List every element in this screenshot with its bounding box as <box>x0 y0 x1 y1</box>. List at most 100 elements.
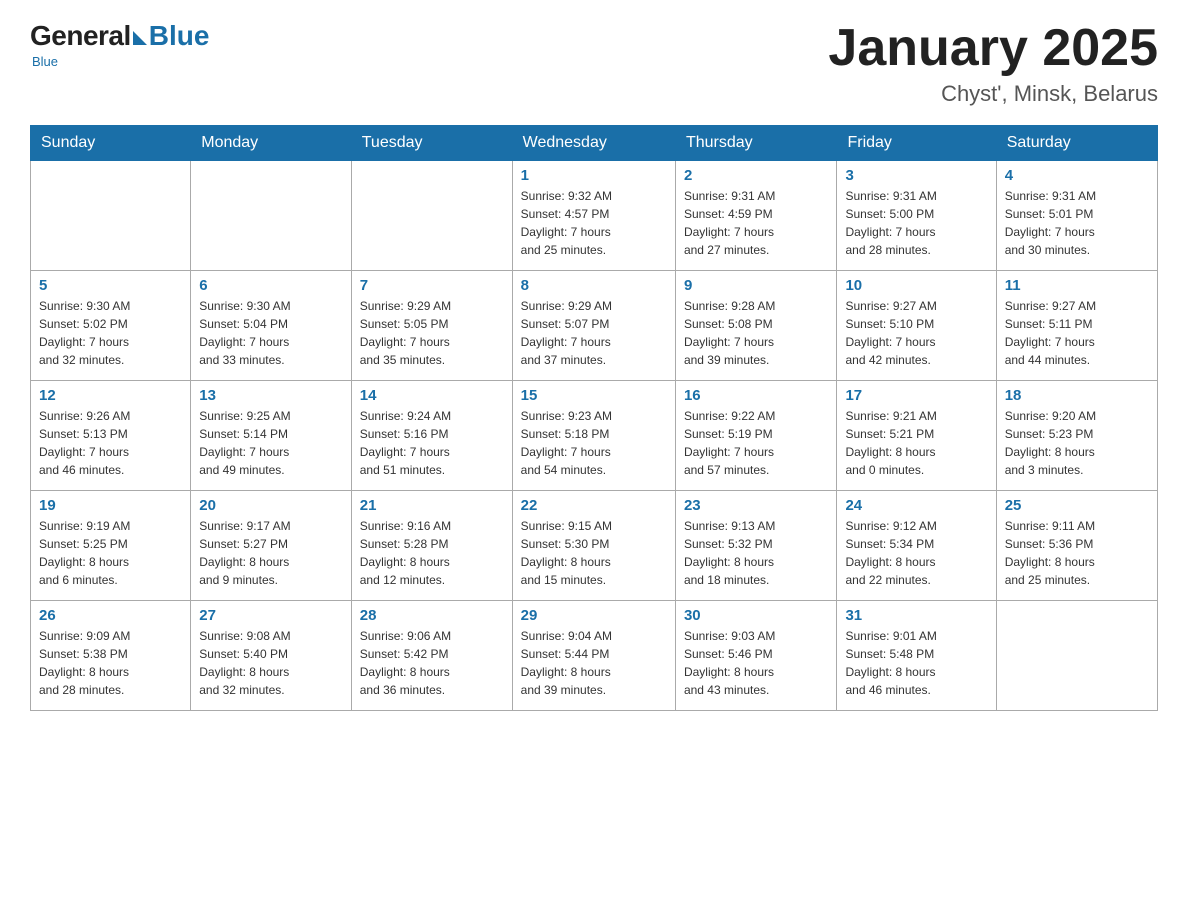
day-info: Sunrise: 9:31 AM Sunset: 5:01 PM Dayligh… <box>1005 187 1149 259</box>
calendar-table: SundayMondayTuesdayWednesdayThursdayFrid… <box>30 125 1158 711</box>
day-info: Sunrise: 9:26 AM Sunset: 5:13 PM Dayligh… <box>39 407 182 479</box>
calendar-cell: 30 Sunrise: 9:03 AM Sunset: 5:46 PM Dayli… <box>675 601 837 711</box>
calendar-cell: 12 Sunrise: 9:26 AM Sunset: 5:13 PM Dayli… <box>31 381 191 491</box>
day-number: 18 <box>1005 387 1149 404</box>
calendar-cell: 4 Sunrise: 9:31 AM Sunset: 5:01 PM Daylig… <box>996 161 1157 271</box>
location-text: Chyst', Minsk, Belarus <box>828 81 1158 107</box>
calendar-cell: 31 Sunrise: 9:01 AM Sunset: 5:48 PM Dayli… <box>837 601 996 711</box>
day-info: Sunrise: 9:30 AM Sunset: 5:02 PM Dayligh… <box>39 297 182 369</box>
day-info: Sunrise: 9:29 AM Sunset: 5:07 PM Dayligh… <box>521 297 667 369</box>
calendar-cell: 21 Sunrise: 9:16 AM Sunset: 5:28 PM Dayli… <box>351 491 512 601</box>
calendar-cell: 2Sunrise: 9:31 AM Sunset: 4:59 PM Daylig… <box>675 161 837 271</box>
day-info: Sunrise: 9:11 AM Sunset: 5:36 PM Dayligh… <box>1005 517 1149 589</box>
calendar-cell: 16Sunrise: 9:22 AM Sunset: 5:19 PM Dayli… <box>675 381 837 491</box>
day-info: Sunrise: 9:15 AM Sunset: 5:30 PM Dayligh… <box>521 517 667 589</box>
calendar-cell <box>31 161 191 271</box>
calendar-cell: 11 Sunrise: 9:27 AM Sunset: 5:11 PM Dayli… <box>996 271 1157 381</box>
week-row-2: 5Sunrise: 9:30 AM Sunset: 5:02 PM Daylig… <box>31 271 1158 381</box>
day-info: Sunrise: 9:27 AM Sunset: 5:11 PM Dayligh… <box>1005 297 1149 369</box>
weekday-header-sunday: Sunday <box>31 126 191 161</box>
calendar-cell: 18Sunrise: 9:20 AM Sunset: 5:23 PM Dayli… <box>996 381 1157 491</box>
day-info: Sunrise: 9:08 AM Sunset: 5:40 PM Dayligh… <box>199 627 343 699</box>
calendar-cell: 7 Sunrise: 9:29 AM Sunset: 5:05 PM Daylig… <box>351 271 512 381</box>
calendar-cell: 5Sunrise: 9:30 AM Sunset: 5:02 PM Daylig… <box>31 271 191 381</box>
day-info: Sunrise: 9:16 AM Sunset: 5:28 PM Dayligh… <box>360 517 504 589</box>
week-row-1: 1 Sunrise: 9:32 AM Sunset: 4:57 PM Daylig… <box>31 161 1158 271</box>
day-info: Sunrise: 9:01 AM Sunset: 5:48 PM Dayligh… <box>845 627 987 699</box>
calendar-cell: 3 Sunrise: 9:31 AM Sunset: 5:00 PM Daylig… <box>837 161 996 271</box>
calendar-cell: 22 Sunrise: 9:15 AM Sunset: 5:30 PM Dayli… <box>512 491 675 601</box>
day-number: 10 <box>845 277 987 294</box>
day-info: Sunrise: 9:13 AM Sunset: 5:32 PM Dayligh… <box>684 517 829 589</box>
calendar-cell: 6 Sunrise: 9:30 AM Sunset: 5:04 PM Daylig… <box>191 271 352 381</box>
day-number: 1 <box>521 167 667 184</box>
day-info: Sunrise: 9:17 AM Sunset: 5:27 PM Dayligh… <box>199 517 343 589</box>
day-info: Sunrise: 9:03 AM Sunset: 5:46 PM Dayligh… <box>684 627 829 699</box>
day-number: 26 <box>39 607 182 624</box>
logo-general-text: General <box>30 20 131 52</box>
week-row-3: 12 Sunrise: 9:26 AM Sunset: 5:13 PM Dayli… <box>31 381 1158 491</box>
title-section: January 2025 Chyst', Minsk, Belarus <box>828 20 1158 107</box>
day-number: 22 <box>521 497 667 514</box>
day-number: 19 <box>39 497 182 514</box>
day-number: 12 <box>39 387 182 404</box>
calendar-cell: 10Sunrise: 9:27 AM Sunset: 5:10 PM Dayli… <box>837 271 996 381</box>
calendar-cell: 9Sunrise: 9:28 AM Sunset: 5:08 PM Daylig… <box>675 271 837 381</box>
day-number: 21 <box>360 497 504 514</box>
day-number: 29 <box>521 607 667 624</box>
logo: General Blue Blue <box>30 20 209 69</box>
day-number: 6 <box>199 277 343 294</box>
day-number: 28 <box>360 607 504 624</box>
day-info: Sunrise: 9:19 AM Sunset: 5:25 PM Dayligh… <box>39 517 182 589</box>
calendar-cell: 1 Sunrise: 9:32 AM Sunset: 4:57 PM Daylig… <box>512 161 675 271</box>
day-number: 31 <box>845 607 987 624</box>
day-info: Sunrise: 9:31 AM Sunset: 5:00 PM Dayligh… <box>845 187 987 259</box>
calendar-cell: 28Sunrise: 9:06 AM Sunset: 5:42 PM Dayli… <box>351 601 512 711</box>
day-info: Sunrise: 9:28 AM Sunset: 5:08 PM Dayligh… <box>684 297 829 369</box>
day-number: 20 <box>199 497 343 514</box>
weekday-header-saturday: Saturday <box>996 126 1157 161</box>
logo-arrow-icon <box>133 31 147 45</box>
day-number: 23 <box>684 497 829 514</box>
day-number: 30 <box>684 607 829 624</box>
day-number: 7 <box>360 277 504 294</box>
day-number: 3 <box>845 167 987 184</box>
week-row-4: 19 Sunrise: 9:19 AM Sunset: 5:25 PM Dayli… <box>31 491 1158 601</box>
day-info: Sunrise: 9:30 AM Sunset: 5:04 PM Dayligh… <box>199 297 343 369</box>
day-number: 13 <box>199 387 343 404</box>
weekday-header-tuesday: Tuesday <box>351 126 512 161</box>
day-info: Sunrise: 9:12 AM Sunset: 5:34 PM Dayligh… <box>845 517 987 589</box>
calendar-cell: 24 Sunrise: 9:12 AM Sunset: 5:34 PM Dayli… <box>837 491 996 601</box>
day-number: 4 <box>1005 167 1149 184</box>
day-number: 16 <box>684 387 829 404</box>
day-info: Sunrise: 9:04 AM Sunset: 5:44 PM Dayligh… <box>521 627 667 699</box>
weekday-header-wednesday: Wednesday <box>512 126 675 161</box>
day-number: 8 <box>521 277 667 294</box>
calendar-cell: 20 Sunrise: 9:17 AM Sunset: 5:27 PM Dayli… <box>191 491 352 601</box>
day-number: 15 <box>521 387 667 404</box>
logo-tagline: Blue <box>32 54 58 69</box>
day-info: Sunrise: 9:24 AM Sunset: 5:16 PM Dayligh… <box>360 407 504 479</box>
day-info: Sunrise: 9:09 AM Sunset: 5:38 PM Dayligh… <box>39 627 182 699</box>
day-number: 17 <box>845 387 987 404</box>
day-info: Sunrise: 9:31 AM Sunset: 4:59 PM Dayligh… <box>684 187 829 259</box>
weekday-header-row: SundayMondayTuesdayWednesdayThursdayFrid… <box>31 126 1158 161</box>
day-info: Sunrise: 9:25 AM Sunset: 5:14 PM Dayligh… <box>199 407 343 479</box>
calendar-cell <box>351 161 512 271</box>
calendar-cell: 14 Sunrise: 9:24 AM Sunset: 5:16 PM Dayli… <box>351 381 512 491</box>
day-number: 25 <box>1005 497 1149 514</box>
week-row-5: 26 Sunrise: 9:09 AM Sunset: 5:38 PM Dayli… <box>31 601 1158 711</box>
calendar-cell: 23 Sunrise: 9:13 AM Sunset: 5:32 PM Dayli… <box>675 491 837 601</box>
day-number: 24 <box>845 497 987 514</box>
day-number: 11 <box>1005 277 1149 294</box>
calendar-cell <box>996 601 1157 711</box>
calendar-cell: 8 Sunrise: 9:29 AM Sunset: 5:07 PM Daylig… <box>512 271 675 381</box>
day-info: Sunrise: 9:29 AM Sunset: 5:05 PM Dayligh… <box>360 297 504 369</box>
day-info: Sunrise: 9:32 AM Sunset: 4:57 PM Dayligh… <box>521 187 667 259</box>
day-info: Sunrise: 9:21 AM Sunset: 5:21 PM Dayligh… <box>845 407 987 479</box>
day-number: 14 <box>360 387 504 404</box>
calendar-cell: 27Sunrise: 9:08 AM Sunset: 5:40 PM Dayli… <box>191 601 352 711</box>
page-header: General Blue Blue January 2025 Chyst', M… <box>30 20 1158 107</box>
calendar-cell <box>191 161 352 271</box>
month-title: January 2025 <box>828 20 1158 77</box>
